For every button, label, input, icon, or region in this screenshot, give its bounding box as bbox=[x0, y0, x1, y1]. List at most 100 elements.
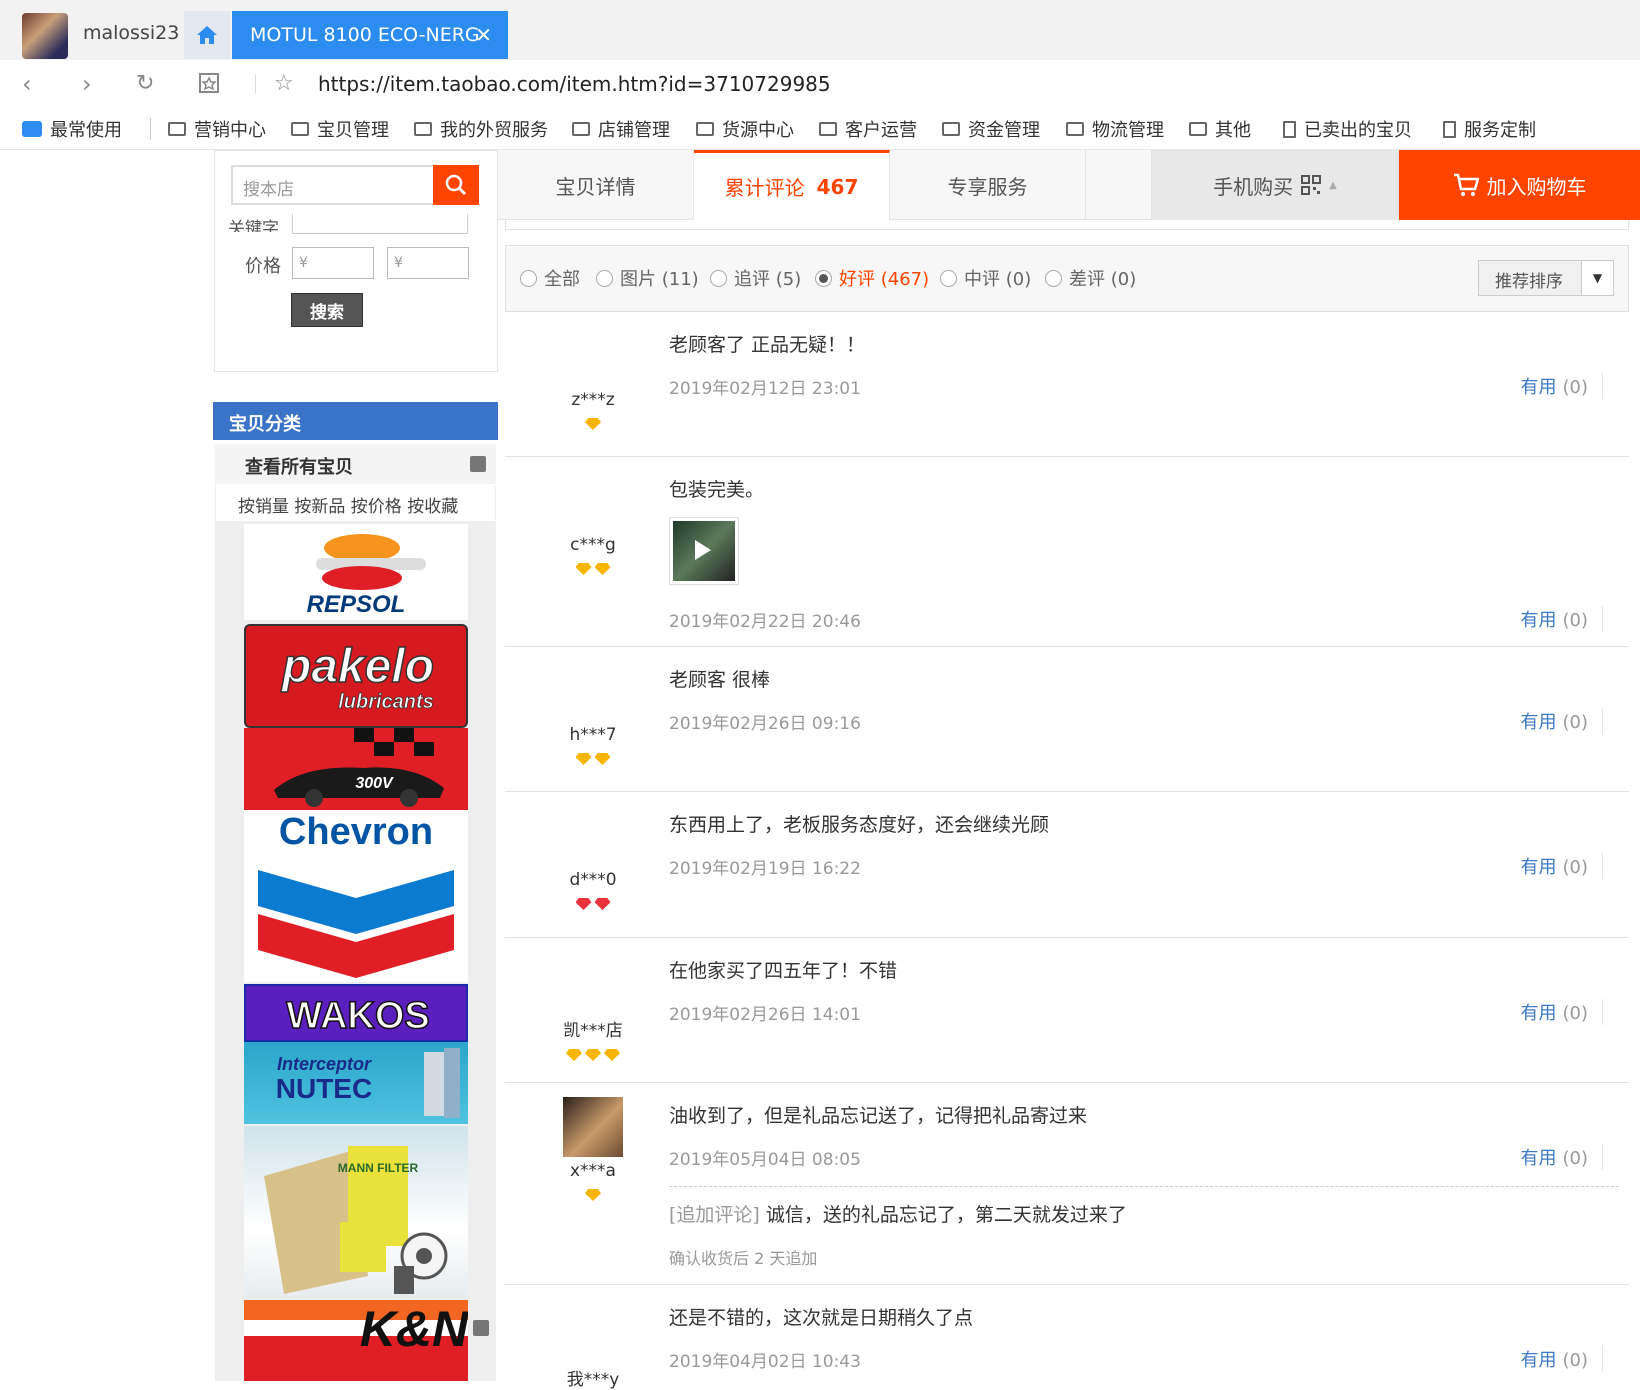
bookmark-folder[interactable]: 宝贝管理 bbox=[291, 116, 389, 142]
radio-icon bbox=[815, 269, 832, 287]
wakos-logo[interactable]: WAKOS bbox=[244, 984, 468, 1042]
diamond-icon bbox=[604, 1049, 620, 1061]
buyer-level-badge bbox=[505, 753, 681, 765]
filter-all[interactable]: 全部 bbox=[520, 265, 580, 291]
category-sort-links[interactable]: 按销量 按新品 按价格 按收藏 bbox=[215, 486, 496, 522]
tab-reviews[interactable]: 累计评论 467 bbox=[694, 150, 890, 220]
page-icon bbox=[1283, 120, 1296, 138]
bookmark-folder[interactable]: 店铺管理 bbox=[572, 116, 670, 142]
url-field[interactable]: https://item.taobao.com/item.htm?id=3710… bbox=[318, 72, 831, 96]
useful-button[interactable]: 有用 (0) bbox=[1521, 708, 1603, 734]
bookmark-folder[interactable]: 货源中心 bbox=[696, 116, 794, 142]
mobile-buy-button[interactable]: 手机购买 ▲ bbox=[1152, 150, 1399, 220]
bookmark-folder[interactable]: 我的外贸服务 bbox=[414, 116, 548, 142]
bookmark-frequent[interactable]: 最常使用 bbox=[22, 116, 122, 142]
shop-search-button[interactable] bbox=[433, 165, 479, 205]
search-icon bbox=[445, 174, 467, 196]
browser-tab-active[interactable]: MOTUL 8100 ECO-NERG ✕ bbox=[232, 11, 508, 59]
filter-positive[interactable]: 好评 (467) bbox=[815, 265, 929, 291]
cart-icon bbox=[1453, 173, 1479, 196]
useful-button[interactable]: 有用 (0) bbox=[1521, 853, 1603, 879]
review-date: 2019年05月04日 08:05 bbox=[669, 1150, 861, 1170]
triangle-up-icon: ▲ bbox=[1329, 179, 1337, 191]
useful-button[interactable]: 有用 (0) bbox=[1521, 1144, 1603, 1170]
price-max-input[interactable]: ¥ bbox=[387, 247, 469, 279]
useful-button[interactable]: 有用 (0) bbox=[1521, 1346, 1603, 1372]
repsol-logo[interactable]: REPSOL bbox=[244, 524, 468, 620]
sort-dropdown[interactable]: 推荐排序 ▼ bbox=[1478, 260, 1614, 296]
radio-icon bbox=[1045, 269, 1062, 287]
folder-icon bbox=[572, 122, 590, 136]
profile-avatar[interactable] bbox=[22, 13, 68, 59]
buyer-level-badge bbox=[505, 898, 681, 910]
kn-logo[interactable]: K&N bbox=[244, 1300, 468, 1381]
filter-neutral[interactable]: 中评 (0) bbox=[940, 265, 1031, 291]
review-item: 凯***店 在他家买了四五年了！不错 2019年02月26日 14:01 有用(… bbox=[505, 938, 1629, 1083]
review-video-thumbnail[interactable] bbox=[669, 517, 739, 585]
useful-button[interactable]: 有用 (0) bbox=[1521, 999, 1603, 1025]
useful-button[interactable]: 有用 (0) bbox=[1521, 373, 1603, 399]
profile-name[interactable]: malossi23 bbox=[83, 22, 179, 44]
chevron-down-icon: ▼ bbox=[1581, 261, 1613, 295]
bookmark-folder[interactable]: 营销中心 bbox=[168, 116, 266, 142]
review-text: 老顾客 很棒 bbox=[669, 669, 771, 691]
repsol-logo-graphic: REPSOL bbox=[307, 534, 426, 618]
tab-underline-area bbox=[505, 220, 1629, 230]
add-to-cart-button[interactable]: 加入购物车 bbox=[1399, 150, 1640, 220]
chevron-logo-graphic: Chevron bbox=[258, 811, 454, 978]
diamond-icon bbox=[575, 563, 592, 575]
chevron-down-icon[interactable] bbox=[470, 456, 486, 472]
reader-mode-icon[interactable] bbox=[198, 72, 220, 94]
filter-followup[interactable]: 追评 (5) bbox=[710, 265, 801, 291]
bookmark-page[interactable]: 服务定制 bbox=[1443, 116, 1536, 142]
filter-photos[interactable]: 图片 (11) bbox=[596, 265, 699, 291]
pakelo-logo[interactable]: pakelo lubricants bbox=[244, 624, 468, 728]
bookmark-folder[interactable]: 物流管理 bbox=[1066, 116, 1164, 142]
price-min-input[interactable]: ¥ bbox=[292, 247, 374, 279]
shop-search-input[interactable]: 搜本店 bbox=[231, 165, 433, 205]
nutec-logo[interactable]: Interceptor NUTEC bbox=[244, 1042, 468, 1124]
chevron-logo[interactable]: Chevron bbox=[244, 810, 468, 982]
mann-filter-logo[interactable]: MANN FILTER bbox=[244, 1126, 468, 1298]
mann-filter-logo-graphic: MANN FILTER bbox=[264, 1146, 448, 1294]
review-user: d***0 bbox=[505, 870, 681, 910]
buyer-level-badge bbox=[505, 1049, 681, 1061]
tab-details[interactable]: 宝贝详情 bbox=[498, 150, 694, 220]
brand-logo-strip: REPSOL pakelo lubricants 300V Chevron WA… bbox=[215, 522, 496, 1381]
bookmark-folder[interactable]: 资金管理 bbox=[942, 116, 1040, 142]
review-text: 东西用上了，老板服务态度好，还会继续光顾 bbox=[669, 814, 1050, 836]
svg-text:pakelo: pakelo bbox=[280, 640, 434, 693]
chevron-down-icon[interactable] bbox=[473, 1320, 489, 1336]
300v-logo[interactable]: 300V bbox=[244, 728, 468, 810]
briefcase-icon bbox=[22, 121, 42, 137]
bookmark-star-icon[interactable]: ☆ bbox=[274, 71, 294, 96]
wakos-logo-graphic: WAKOS bbox=[285, 994, 430, 1038]
diamond-icon bbox=[566, 1049, 582, 1061]
tab-service[interactable]: 专享服务 bbox=[890, 150, 1086, 220]
avatar[interactable] bbox=[563, 1097, 623, 1157]
filter-negative[interactable]: 差评 (0) bbox=[1045, 265, 1136, 291]
close-tab-icon[interactable]: ✕ bbox=[475, 23, 492, 47]
shop-filter-search-button[interactable]: 搜索 bbox=[291, 293, 363, 327]
home-tab-button[interactable] bbox=[184, 11, 230, 59]
kn-logo-graphic: K&N bbox=[244, 1300, 468, 1381]
review-text: 在他家买了四五年了！不错 bbox=[669, 960, 898, 982]
review-user: 我***y bbox=[566, 1370, 620, 1390]
review-user: z***z bbox=[505, 390, 681, 430]
reload-icon[interactable]: ↻ bbox=[136, 71, 154, 96]
keyword-input[interactable] bbox=[292, 214, 468, 234]
review-text: 老顾客了 正品无疑！！ bbox=[669, 334, 866, 356]
bookmark-folder[interactable]: 其他 bbox=[1189, 116, 1251, 142]
300v-logo-graphic: 300V bbox=[274, 728, 444, 807]
back-icon[interactable]: ‹ bbox=[22, 70, 32, 98]
radio-icon bbox=[710, 269, 727, 287]
forward-icon[interactable]: › bbox=[82, 70, 92, 98]
append-review: [追加评论] 诚信，送的礼品忘记了，第二天就发过来了 bbox=[669, 1204, 1127, 1226]
bookmark-folder[interactable]: 客户运营 bbox=[819, 116, 917, 142]
folder-icon bbox=[819, 122, 837, 136]
page-icon bbox=[1443, 120, 1456, 138]
useful-button[interactable]: 有用 (0) bbox=[1521, 606, 1603, 632]
view-all-items[interactable]: 查看所有宝贝 bbox=[215, 444, 496, 484]
pakelo-logo-graphic: pakelo lubricants bbox=[279, 639, 435, 713]
bookmark-page[interactable]: 已卖出的宝贝 bbox=[1283, 116, 1412, 142]
